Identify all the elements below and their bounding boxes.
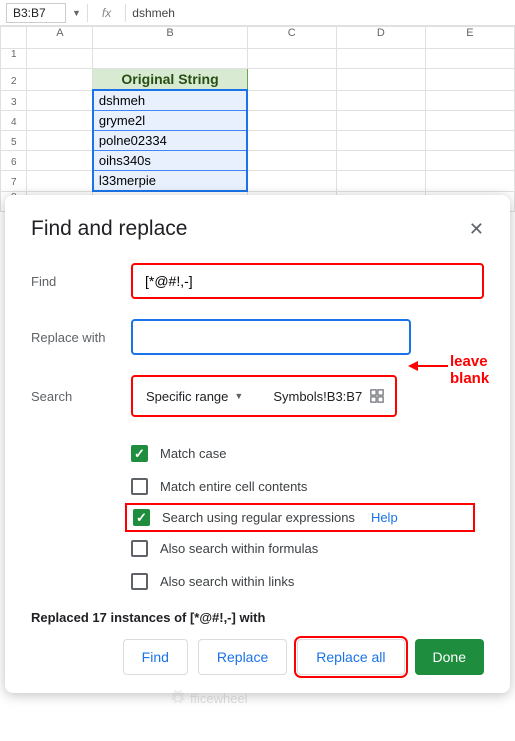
cell[interactable] bbox=[27, 131, 93, 151]
cell[interactable] bbox=[425, 49, 514, 69]
replace-input[interactable] bbox=[131, 319, 411, 355]
fx-icon: fx bbox=[94, 6, 119, 20]
corner-cell[interactable] bbox=[1, 27, 27, 49]
arrow-icon bbox=[408, 360, 448, 372]
row-header[interactable]: 2 bbox=[1, 69, 27, 91]
spreadsheet-grid[interactable]: A B C D E 1 2 Original String 3 dshmeh 4 gr… bbox=[0, 26, 515, 212]
row-header[interactable]: 6 bbox=[1, 151, 27, 171]
match-entire-option[interactable]: Match entire cell contents bbox=[131, 470, 484, 503]
cell[interactable] bbox=[336, 171, 425, 192]
row-header[interactable]: 1 bbox=[1, 49, 27, 69]
close-icon[interactable]: ✕ bbox=[469, 219, 484, 240]
cell[interactable] bbox=[93, 49, 247, 69]
status-text: Replaced 17 instances of [*@#!,-] with bbox=[31, 610, 484, 625]
cell-selected[interactable]: polne02334 bbox=[93, 131, 247, 151]
grid-select-icon[interactable] bbox=[370, 389, 384, 403]
cell[interactable] bbox=[336, 131, 425, 151]
cell[interactable] bbox=[247, 90, 336, 111]
cell[interactable] bbox=[425, 171, 514, 192]
checkbox-icon[interactable] bbox=[133, 509, 150, 526]
cell[interactable] bbox=[247, 111, 336, 131]
cell[interactable] bbox=[425, 111, 514, 131]
search-scope-dropdown[interactable]: Specific range ▼ bbox=[134, 378, 255, 414]
cell[interactable] bbox=[27, 151, 93, 171]
name-box[interactable]: B3:B7 bbox=[6, 3, 66, 23]
col-header[interactable]: E bbox=[425, 27, 514, 49]
chevron-down-icon[interactable]: ▼ bbox=[72, 8, 81, 18]
cell[interactable] bbox=[27, 49, 93, 69]
cell[interactable] bbox=[425, 90, 514, 111]
cell-selected[interactable]: oihs340s bbox=[93, 151, 247, 171]
checkbox-icon[interactable] bbox=[131, 540, 148, 557]
checkbox-icon[interactable] bbox=[131, 445, 148, 462]
search-formulas-option[interactable]: Also search within formulas bbox=[131, 532, 484, 565]
cell-selected[interactable]: dshmeh bbox=[93, 90, 247, 111]
range-input[interactable]: Symbols!B3:B7 bbox=[263, 378, 394, 414]
find-replace-dialog: Find and replace ✕ Find Replace with Sea… bbox=[5, 195, 510, 693]
dialog-title: Find and replace bbox=[31, 217, 187, 241]
row-header[interactable]: 5 bbox=[1, 131, 27, 151]
annotation-text: leave blank bbox=[450, 353, 515, 387]
cell-selected[interactable]: gryme2l bbox=[93, 111, 247, 131]
cell[interactable] bbox=[27, 171, 93, 192]
search-links-option[interactable]: Also search within links bbox=[131, 565, 484, 598]
find-label: Find bbox=[31, 274, 131, 289]
checkbox-icon[interactable] bbox=[131, 478, 148, 495]
col-header[interactable]: D bbox=[336, 27, 425, 49]
cell[interactable] bbox=[336, 111, 425, 131]
checkbox-icon[interactable] bbox=[131, 573, 148, 590]
done-button[interactable]: Done bbox=[415, 639, 484, 675]
col-header[interactable]: A bbox=[27, 27, 93, 49]
replace-all-button[interactable]: Replace all bbox=[297, 639, 404, 675]
cell[interactable] bbox=[247, 49, 336, 69]
replace-button[interactable]: Replace bbox=[198, 639, 287, 675]
cell[interactable] bbox=[336, 49, 425, 69]
row-header[interactable]: 4 bbox=[1, 111, 27, 131]
cell[interactable] bbox=[336, 69, 425, 91]
cell[interactable] bbox=[27, 90, 93, 111]
cell[interactable] bbox=[247, 171, 336, 192]
cell[interactable] bbox=[425, 151, 514, 171]
row-header[interactable]: 3 bbox=[1, 90, 27, 111]
cell[interactable] bbox=[336, 90, 425, 111]
replace-label: Replace with bbox=[31, 330, 131, 345]
cell[interactable] bbox=[247, 131, 336, 151]
cell[interactable] bbox=[425, 131, 514, 151]
cell[interactable] bbox=[27, 69, 93, 91]
formula-bar-row: B3:B7 ▼ fx dshmeh bbox=[0, 0, 515, 26]
divider bbox=[125, 4, 126, 22]
match-case-option[interactable]: Match case bbox=[131, 437, 484, 470]
search-label: Search bbox=[31, 389, 131, 404]
find-input[interactable] bbox=[131, 263, 484, 299]
chevron-down-icon: ▼ bbox=[234, 391, 243, 401]
formula-input[interactable]: dshmeh bbox=[132, 6, 175, 20]
cell[interactable] bbox=[336, 151, 425, 171]
cell[interactable] bbox=[247, 69, 336, 91]
col-header[interactable]: C bbox=[247, 27, 336, 49]
cell-selected[interactable]: l33merpie bbox=[93, 171, 247, 192]
row-header[interactable]: 7 bbox=[1, 171, 27, 192]
help-link[interactable]: Help bbox=[371, 510, 398, 525]
cell[interactable] bbox=[425, 69, 514, 91]
cell[interactable] bbox=[247, 151, 336, 171]
table-header[interactable]: Original String bbox=[93, 69, 247, 91]
find-button[interactable]: Find bbox=[123, 639, 188, 675]
col-header[interactable]: B bbox=[93, 27, 247, 49]
regex-option[interactable]: Search using regular expressions Help bbox=[125, 503, 475, 532]
divider bbox=[87, 4, 88, 22]
cell[interactable] bbox=[27, 111, 93, 131]
